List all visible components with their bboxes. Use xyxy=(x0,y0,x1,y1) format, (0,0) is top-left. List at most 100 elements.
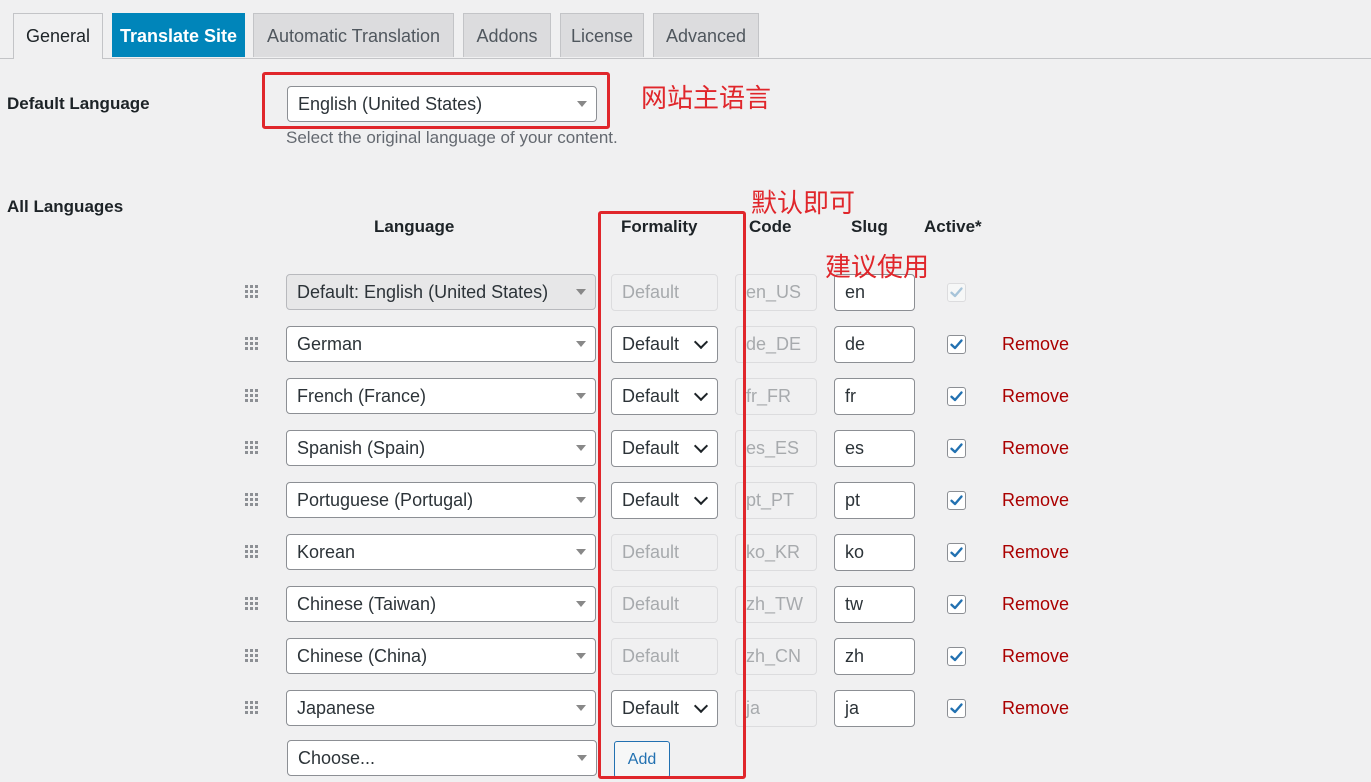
language-slug-input[interactable]: fr xyxy=(834,378,915,415)
language-slug-input[interactable]: de xyxy=(834,326,915,363)
column-header-language: Language xyxy=(374,217,455,236)
remove-language-link[interactable]: Remove xyxy=(1002,542,1069,563)
language-select-value: Portuguese (Portugal) xyxy=(297,490,474,510)
remove-language-link[interactable]: Remove xyxy=(1002,386,1069,407)
default-language-help: Select the original language of your con… xyxy=(286,128,618,147)
remove-language-link[interactable]: Remove xyxy=(1002,646,1069,667)
annotation-main-language: 网站主语言 xyxy=(641,84,772,114)
tab-automatic-translation[interactable]: Automatic Translation xyxy=(253,13,454,57)
checkmark-icon xyxy=(950,391,963,402)
language-code: zh_TW xyxy=(735,586,817,623)
checkmark-icon xyxy=(950,703,963,714)
annotation-keep-default: 默认即可 xyxy=(751,189,856,219)
remove-language-link[interactable]: Remove xyxy=(1002,438,1069,459)
active-checkbox[interactable] xyxy=(947,387,966,406)
active-checkbox[interactable] xyxy=(947,647,966,666)
language-select-value: German xyxy=(297,334,363,354)
language-select-value: Korean xyxy=(297,542,356,562)
annotation-recommended: 建议使用 xyxy=(825,253,930,283)
tab-general[interactable]: General xyxy=(13,13,103,59)
active-checkbox[interactable] xyxy=(947,595,966,614)
checkmark-icon xyxy=(950,443,963,454)
drag-handle-icon[interactable] xyxy=(245,701,259,715)
caret-down-icon xyxy=(576,601,586,607)
checkmark-icon xyxy=(950,651,963,662)
checkmark-icon xyxy=(950,599,963,610)
remove-language-link[interactable]: Remove xyxy=(1002,594,1069,615)
caret-down-icon xyxy=(576,445,586,451)
language-slug-input[interactable]: zh xyxy=(834,638,915,675)
language-code: ko_KR xyxy=(735,534,817,571)
remove-language-link[interactable]: Remove xyxy=(1002,698,1069,719)
active-checkbox xyxy=(947,283,966,302)
language-code: de_DE xyxy=(735,326,817,363)
active-checkbox[interactable] xyxy=(947,543,966,562)
checkmark-icon xyxy=(950,339,963,350)
language-select-value: French (France) xyxy=(297,386,427,406)
tab-license[interactable]: License xyxy=(560,13,644,57)
language-select-value: Chinese (Taiwan) xyxy=(297,594,437,614)
annotation-box-formality xyxy=(598,211,746,779)
column-header-slug: Slug xyxy=(851,217,888,236)
tab-advanced[interactable]: Advanced xyxy=(653,13,759,57)
language-select[interactable]: Portuguese (Portugal) xyxy=(286,482,596,518)
language-select[interactable]: Chinese (China) xyxy=(286,638,596,674)
language-slug-input[interactable]: tw xyxy=(834,586,915,623)
active-checkbox[interactable] xyxy=(947,699,966,718)
language-select[interactable]: Korean xyxy=(286,534,596,570)
caret-down-icon xyxy=(576,341,586,347)
language-select-value: Chinese (China) xyxy=(297,646,428,666)
new-language-placeholder: Choose... xyxy=(298,748,376,768)
nav-tabs: General Translate Site Automatic Transla… xyxy=(0,0,1371,59)
language-slug-input[interactable]: pt xyxy=(834,482,915,519)
language-select[interactable]: French (France) xyxy=(286,378,596,414)
checkmark-icon xyxy=(950,495,963,506)
annotation-box-default-language xyxy=(262,72,610,129)
column-header-code: Code xyxy=(749,217,792,236)
language-select[interactable]: German xyxy=(286,326,596,362)
drag-handle-icon[interactable] xyxy=(245,649,259,663)
drag-handle-icon[interactable] xyxy=(245,441,259,455)
tab-translate-site[interactable]: Translate Site xyxy=(112,13,245,57)
caret-down-icon xyxy=(576,393,586,399)
language-code: en_US xyxy=(735,274,817,311)
drag-handle-icon[interactable] xyxy=(245,545,259,559)
tab-addons[interactable]: Addons xyxy=(463,13,551,57)
caret-down-icon xyxy=(577,755,587,761)
language-select-value: Default: English (United States) xyxy=(297,282,549,302)
caret-down-icon xyxy=(576,549,586,555)
language-select-value: Japanese xyxy=(297,698,376,718)
caret-down-icon xyxy=(576,497,586,503)
language-code: zh_CN xyxy=(735,638,817,675)
language-select[interactable]: Japanese xyxy=(286,690,596,726)
remove-language-link[interactable]: Remove xyxy=(1002,334,1069,355)
language-select: Default: English (United States) xyxy=(286,274,596,310)
remove-language-link[interactable]: Remove xyxy=(1002,490,1069,511)
active-checkbox[interactable] xyxy=(947,335,966,354)
language-slug-input[interactable]: ja xyxy=(834,690,915,727)
default-language-label: Default Language xyxy=(7,94,150,113)
drag-handle-icon[interactable] xyxy=(245,285,259,299)
language-select[interactable]: Chinese (Taiwan) xyxy=(286,586,596,622)
language-code: fr_FR xyxy=(735,378,817,415)
drag-handle-icon[interactable] xyxy=(245,597,259,611)
language-code: pt_PT xyxy=(735,482,817,519)
language-code: es_ES xyxy=(735,430,817,467)
caret-down-icon xyxy=(576,653,586,659)
column-header-active: Active* xyxy=(924,217,982,236)
drag-handle-icon[interactable] xyxy=(245,337,259,351)
language-slug-input[interactable]: ko xyxy=(834,534,915,571)
language-slug-input[interactable]: es xyxy=(834,430,915,467)
drag-handle-icon[interactable] xyxy=(245,389,259,403)
language-select[interactable]: Spanish (Spain) xyxy=(286,430,596,466)
active-checkbox[interactable] xyxy=(947,439,966,458)
checkmark-icon xyxy=(950,287,963,298)
caret-down-icon xyxy=(576,289,586,295)
active-checkbox[interactable] xyxy=(947,491,966,510)
all-languages-label: All Languages xyxy=(7,197,124,216)
checkmark-icon xyxy=(950,547,963,558)
caret-down-icon xyxy=(576,705,586,711)
language-select-value: Spanish (Spain) xyxy=(297,438,426,458)
new-language-select[interactable]: Choose... xyxy=(287,740,597,776)
drag-handle-icon[interactable] xyxy=(245,493,259,507)
